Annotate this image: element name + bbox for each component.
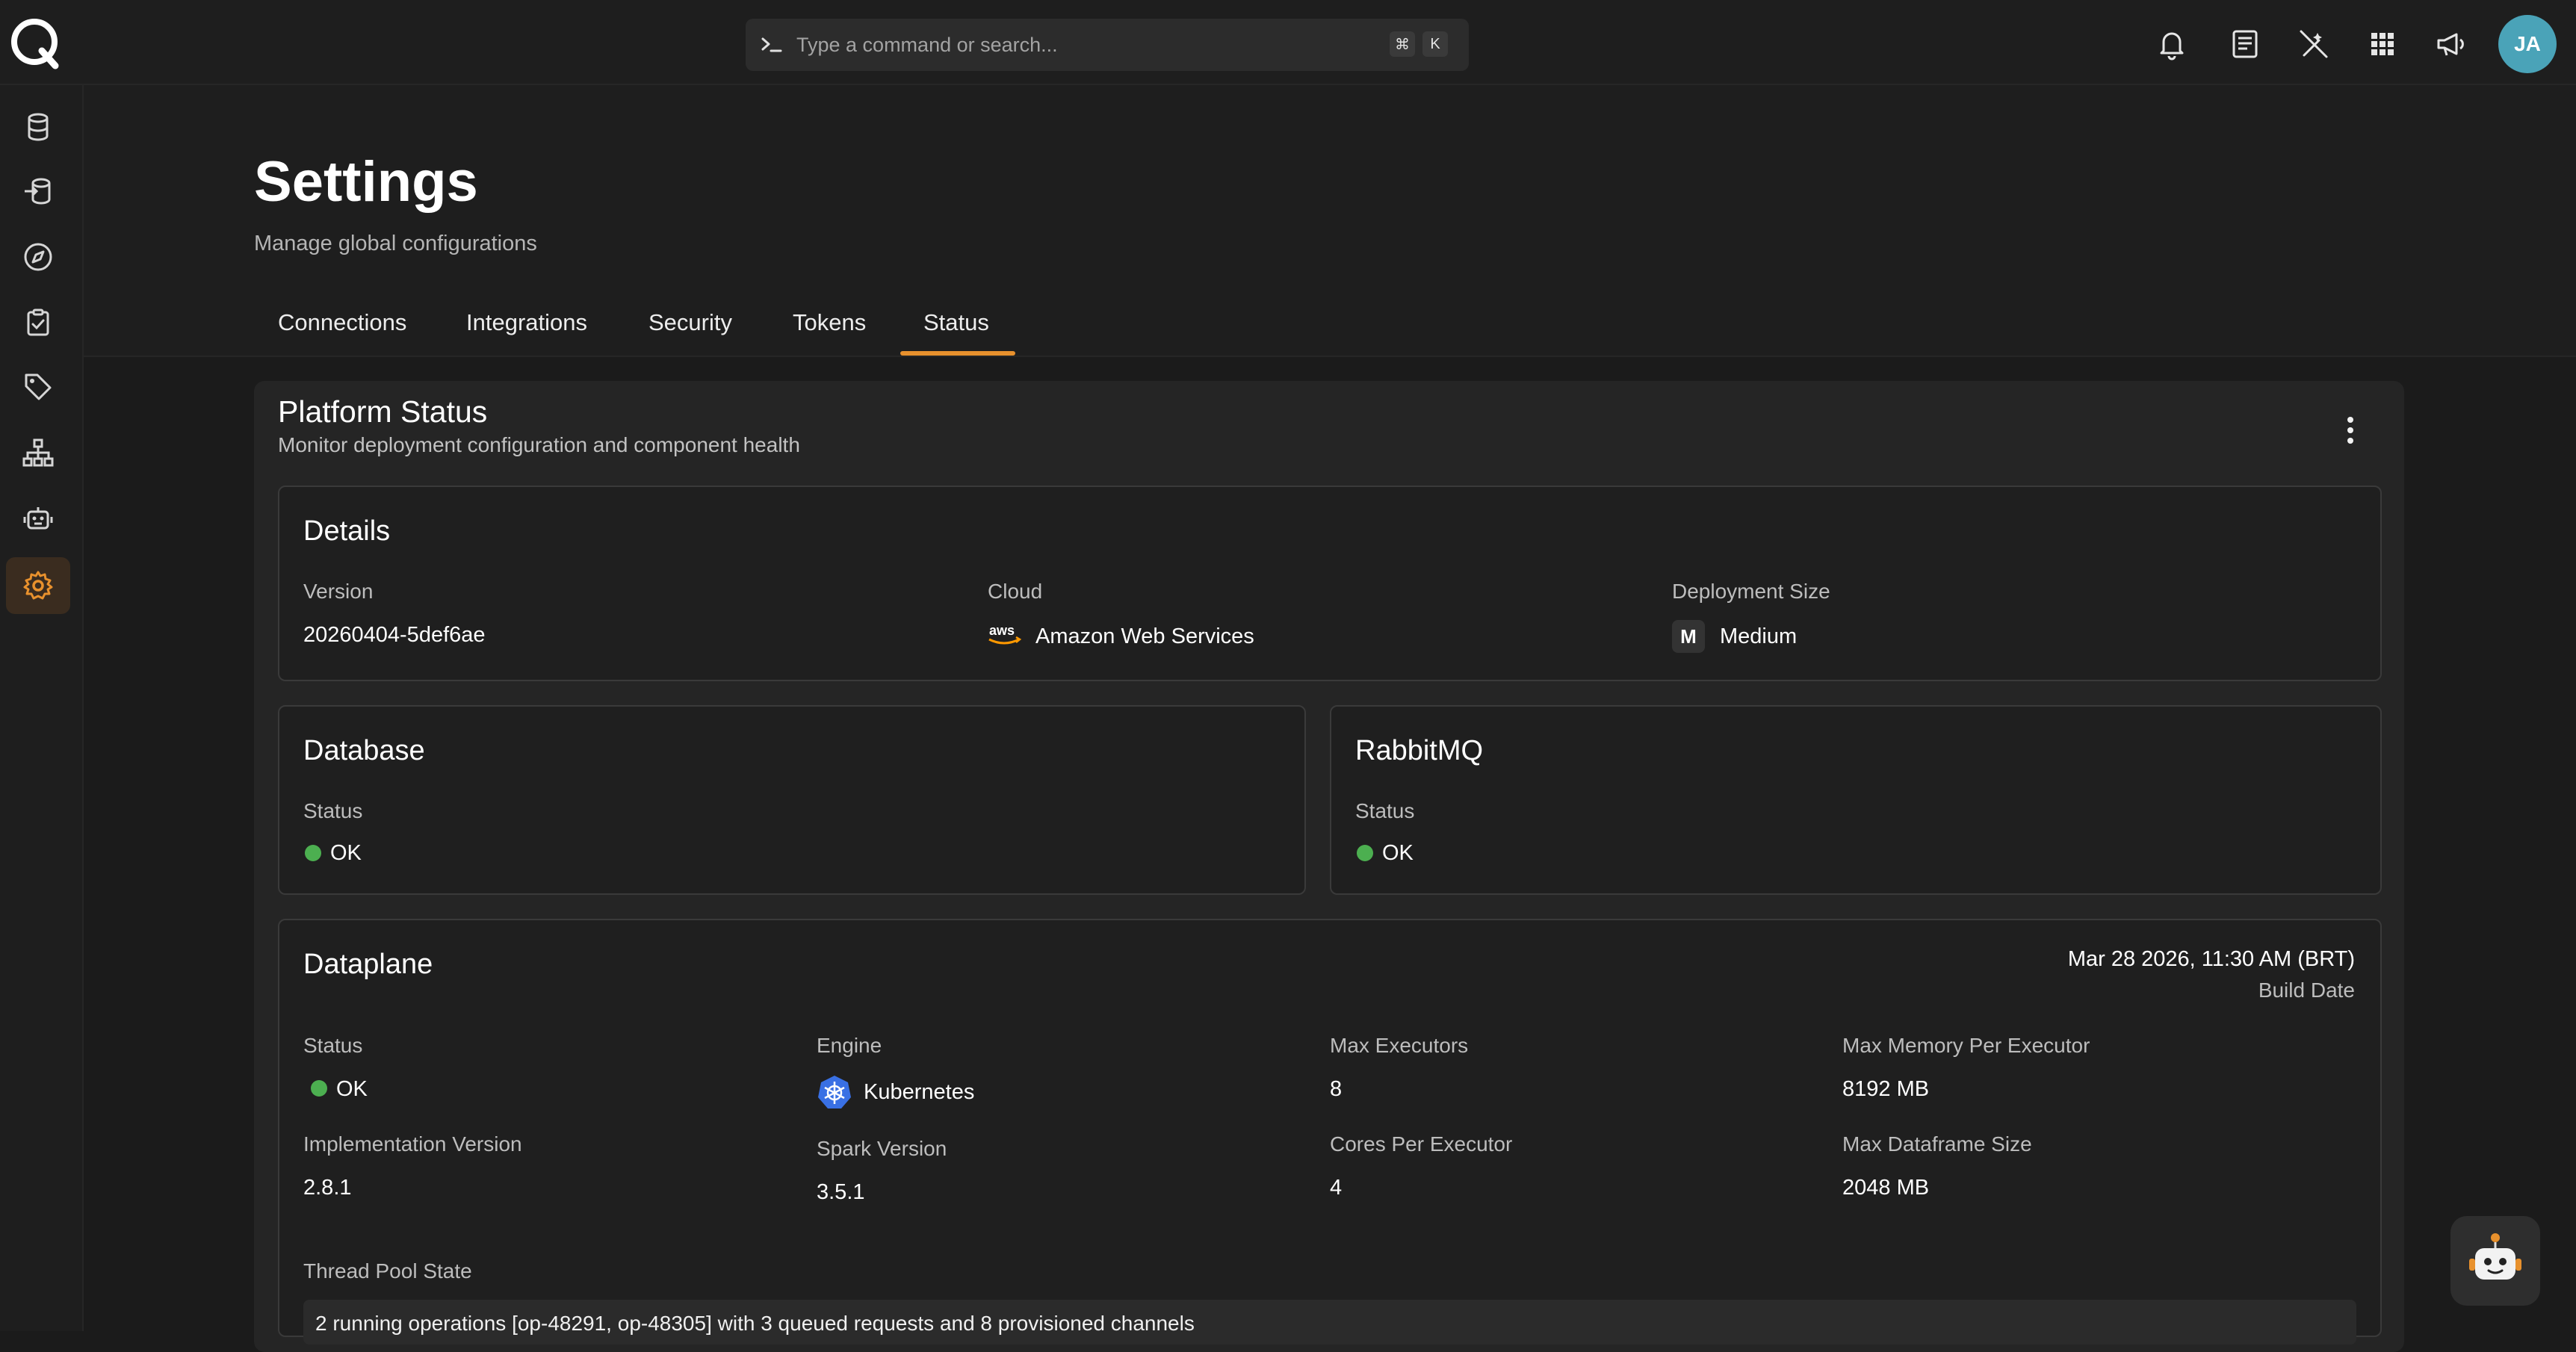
spark-version-label: Spark Version [817, 1137, 947, 1160]
rabbitmq-title: RabbitMQ [1355, 735, 1484, 766]
sidebar-item-agents[interactable] [6, 490, 70, 547]
robot-assistant-icon [2469, 1233, 2521, 1280]
tag-icon [25, 373, 52, 400]
svg-text:aws: aws [989, 623, 1015, 638]
magic-wand-off-icon[interactable] [2297, 27, 2331, 61]
max-memory-value: 8192 MB [1842, 1077, 1930, 1101]
dataplane-title: Dataplane [303, 949, 433, 980]
sidebar-item-database[interactable] [6, 99, 70, 155]
robot-icon [23, 507, 53, 530]
database-import-icon [25, 178, 51, 205]
max-executors-label: Max Executors [1330, 1034, 1469, 1057]
cloud-value: Amazon Web Services [1035, 624, 1254, 648]
database-status-dot [305, 845, 321, 861]
sidebar-item-tasks[interactable] [6, 294, 70, 351]
gear-icon [23, 571, 53, 600]
page-title: Settings [254, 150, 478, 214]
sidebar-item-tags[interactable] [6, 359, 70, 415]
command-search[interactable]: Type a command or search... ⌘ K [746, 19, 1469, 71]
spark-version-value: 3.5.1 [817, 1180, 865, 1204]
kbd-k-key: K [1422, 31, 1448, 57]
database-panel [278, 705, 1306, 895]
kubernetes-icon [818, 1076, 851, 1108]
max-dataframe-label: Max Dataframe Size [1842, 1132, 2032, 1156]
active-tab-indicator [900, 351, 1015, 356]
max-dataframe-value: 2048 MB [1842, 1176, 1930, 1200]
user-avatar[interactable]: JA [2498, 15, 2557, 73]
thread-pool-label: Thread Pool State [303, 1259, 472, 1283]
sidebar-item-hierarchy[interactable] [6, 424, 70, 481]
page-header [84, 85, 2576, 357]
build-date-value: Mar 28 2026, 11:30 AM (BRT) [2067, 947, 2355, 971]
thread-pool-value: 2 running operations [op-48291, op-48305… [315, 1312, 1195, 1335]
dataplane-status-label: Status [303, 1034, 363, 1057]
dataplane-panel [278, 919, 2382, 1337]
implementation-version-value: 2.8.1 [303, 1176, 352, 1200]
platform-status-subtitle: Monitor deployment configuration and com… [278, 433, 800, 456]
rabbitmq-panel [1330, 705, 2382, 895]
cloud-label: Cloud [988, 580, 1043, 603]
search-placeholder: Type a command or search... [796, 33, 1058, 56]
database-icon [28, 113, 49, 141]
app-logo-icon[interactable] [9, 16, 63, 70]
sidebar [0, 85, 84, 1331]
deployment-size-label: Deployment Size [1672, 580, 1830, 603]
rabbitmq-status-dot [1357, 845, 1373, 861]
size-badge-icon: M [1672, 620, 1705, 653]
version-label: Version [303, 580, 374, 603]
version-value: 20260404-5def6ae [303, 623, 486, 647]
deployment-size-value: Medium [1720, 624, 1798, 648]
top-bar: Type a command or search... ⌘ K JA [0, 0, 2576, 85]
tab-status[interactable]: Status [923, 309, 989, 336]
build-date-label: Build Date [2258, 979, 2355, 1002]
kbd-cmd-key: ⌘ [1390, 31, 1415, 57]
clipboard-check-icon [27, 308, 49, 336]
more-options-icon[interactable] [2337, 414, 2364, 447]
cores-per-executor-label: Cores Per Executor [1330, 1132, 1513, 1156]
database-status-value: OK [330, 841, 362, 865]
tab-tokens[interactable]: Tokens [793, 309, 866, 336]
terminal-prompt-icon [761, 37, 782, 52]
details-panel [278, 486, 2382, 681]
platform-status-title: Platform Status [278, 394, 488, 429]
dataplane-status-dot [311, 1080, 327, 1097]
details-title: Details [303, 515, 391, 547]
document-icon[interactable] [2228, 27, 2262, 61]
engine-label: Engine [817, 1034, 882, 1057]
sidebar-item-explore[interactable] [6, 229, 70, 285]
assistant-bot-button[interactable] [2450, 1216, 2540, 1306]
max-memory-label: Max Memory Per Executor [1842, 1034, 2090, 1057]
tab-security[interactable]: Security [648, 309, 732, 336]
cores-per-executor-value: 4 [1330, 1176, 1343, 1200]
tab-integrations[interactable]: Integrations [466, 309, 587, 336]
database-title: Database [303, 735, 425, 766]
megaphone-icon[interactable] [2434, 27, 2468, 61]
sidebar-item-settings[interactable] [6, 557, 70, 614]
database-status-label: Status [303, 799, 363, 822]
implementation-version-label: Implementation Version [303, 1132, 522, 1156]
sitemap-icon [22, 438, 54, 467]
page-subtitle: Manage global configurations [254, 232, 537, 255]
apps-grid-icon[interactable] [2365, 27, 2400, 61]
engine-value: Kubernetes [864, 1080, 975, 1104]
rabbitmq-status-label: Status [1355, 799, 1415, 822]
max-executors-value: 8 [1330, 1077, 1343, 1101]
rabbitmq-status-value: OK [1382, 841, 1414, 865]
bell-icon[interactable] [2155, 27, 2189, 61]
sidebar-item-pipelines[interactable] [6, 163, 70, 220]
aws-logo-icon: aws [988, 623, 1022, 645]
tab-connections[interactable]: Connections [278, 309, 406, 336]
dataplane-status-value: OK [336, 1077, 368, 1101]
compass-icon [24, 243, 52, 271]
